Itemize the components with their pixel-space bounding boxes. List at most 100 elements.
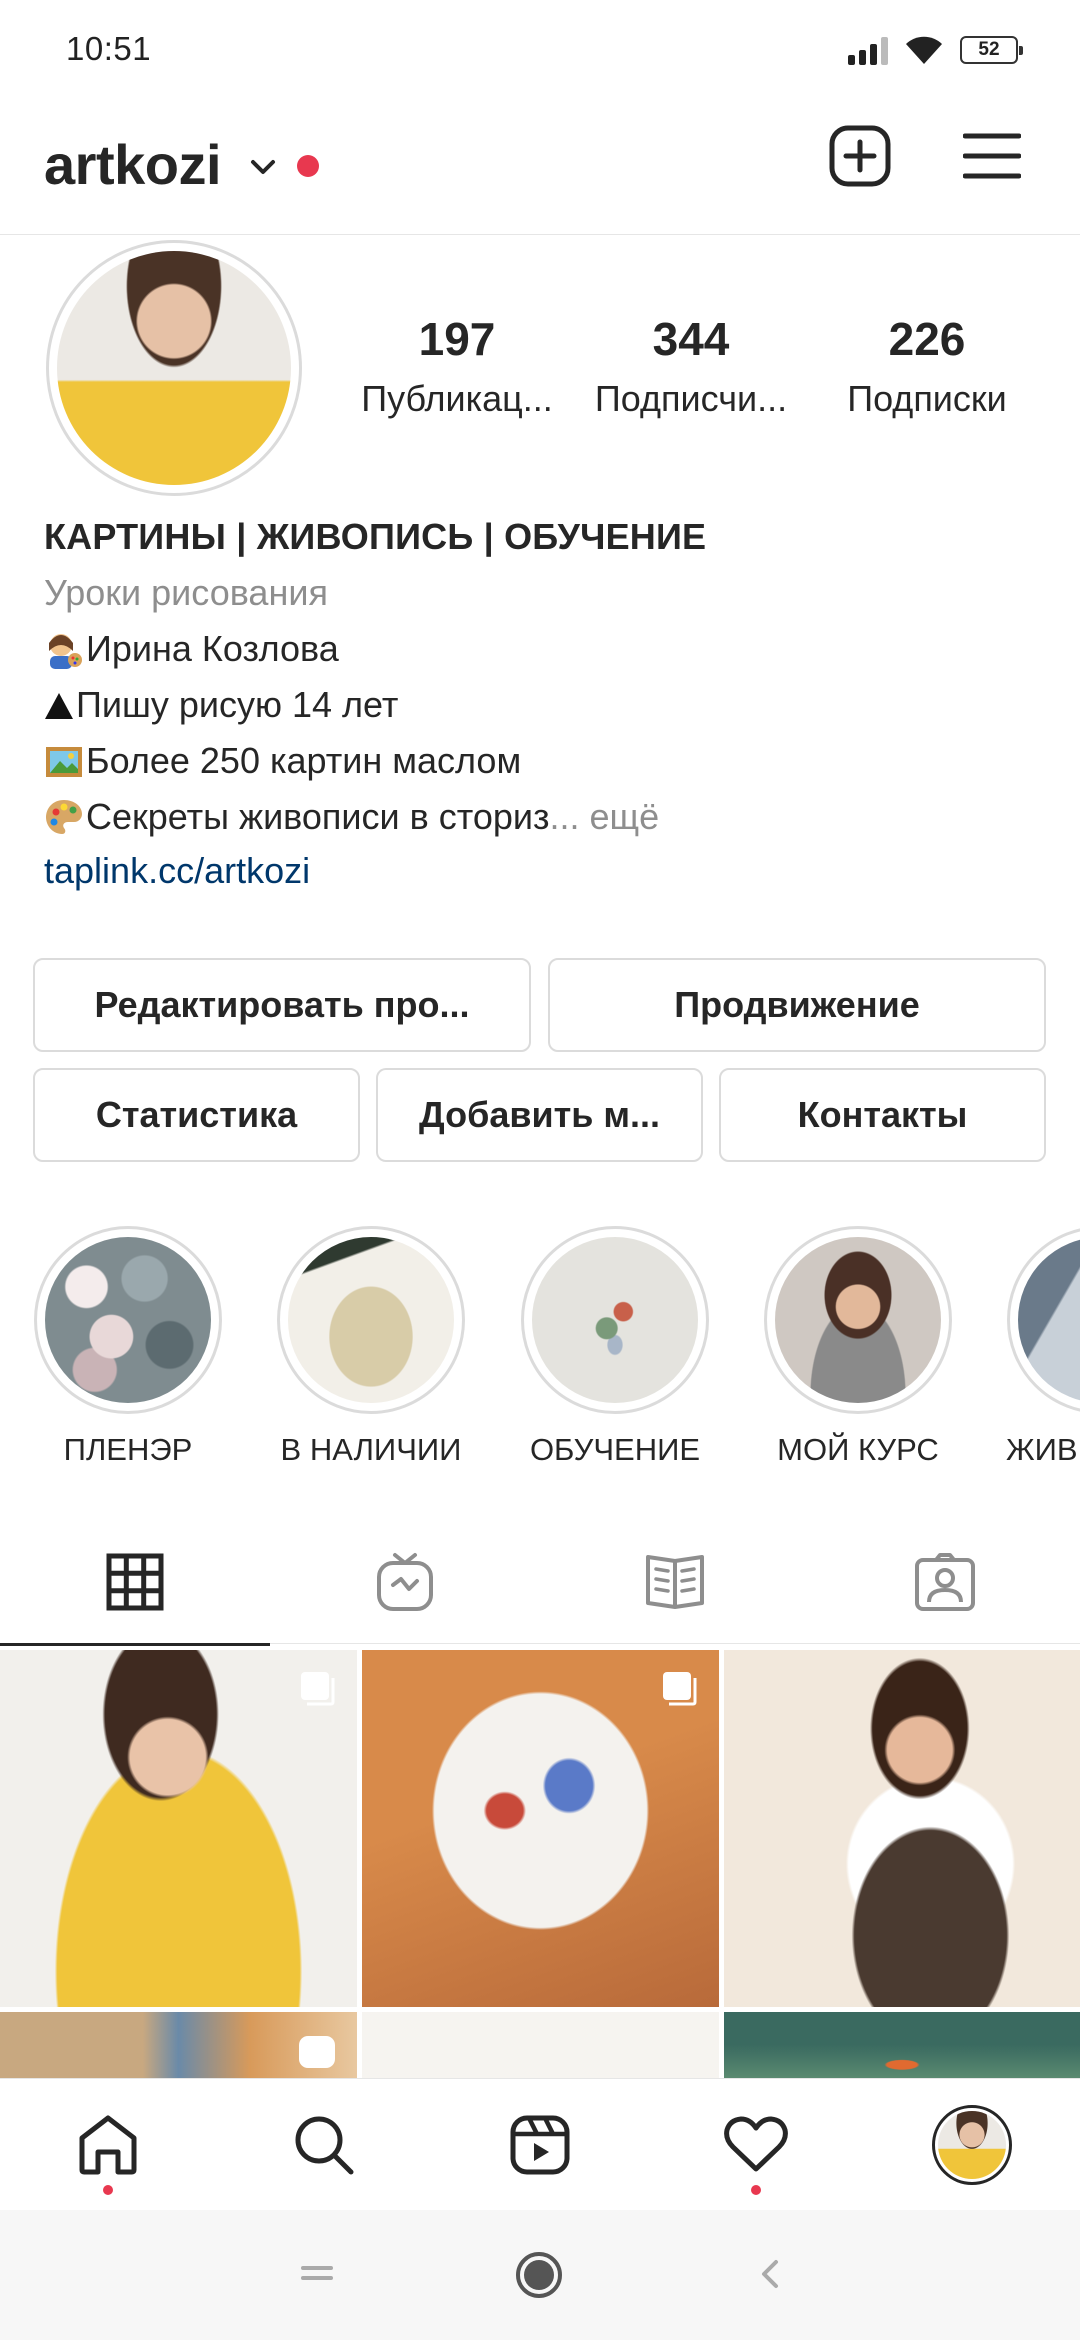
profile-tabs <box>0 1520 1080 1646</box>
igtv-icon <box>377 1553 433 1611</box>
palette-icon <box>46 800 82 834</box>
home-icon <box>79 2115 137 2175</box>
carousel-icon <box>301 1672 335 1706</box>
bio-line-years: Пишу рисую 14 лет <box>44 684 1044 726</box>
profile-avatar[interactable] <box>46 240 302 496</box>
highlight-available[interactable]: В НАЛИЧИИ <box>276 1226 466 1468</box>
stat-followers[interactable]: 344 Подписчи... <box>586 312 796 420</box>
highlight-painting[interactable]: ЖИВ <box>1006 1226 1080 1468</box>
nav-reels[interactable] <box>432 2079 648 2211</box>
post-thumbnail[interactable] <box>0 2012 357 2078</box>
stat-posts-label: Публикац... <box>361 378 553 419</box>
grid-icon <box>106 1553 164 1611</box>
post-thumbnail[interactable] <box>724 1650 1080 2007</box>
highlight-cover-ring <box>521 1226 709 1414</box>
edit-profile-button[interactable]: Редактировать про... <box>33 958 531 1052</box>
tab-guides[interactable] <box>540 1520 810 1644</box>
stat-following-value: 226 <box>888 313 966 365</box>
chevron-down-icon[interactable] <box>248 152 278 182</box>
statistics-button[interactable]: Статистика <box>33 1068 360 1162</box>
carousel-icon <box>663 1672 697 1706</box>
profile-avatar-small <box>932 2105 1012 2185</box>
stat-following[interactable]: 226 Подписки <box>822 312 1032 420</box>
bio-line-secrets-text: Секреты живописи в сториз <box>86 796 550 837</box>
highlight-cover-ring <box>277 1226 465 1414</box>
highlight-label: МОЙ КУРС <box>777 1432 939 1467</box>
system-navigation-bar <box>0 2210 1080 2340</box>
stat-followers-label: Подписчи... <box>594 378 788 419</box>
contacts-button[interactable]: Контакты <box>719 1068 1046 1162</box>
tab-tagged[interactable] <box>810 1520 1080 1644</box>
igtv-small-icon <box>299 2036 335 2068</box>
stat-posts[interactable]: 197 Публикац... <box>352 312 562 420</box>
triangle-icon <box>45 693 73 719</box>
tab-posts[interactable] <box>0 1520 270 1646</box>
post-thumbnail[interactable] <box>362 2012 719 2078</box>
stat-following-label: Подписки <box>847 378 1007 419</box>
highlight-cover <box>45 1237 211 1403</box>
add-button[interactable]: Добавить м... <box>376 1068 703 1162</box>
bio-line-years-text: Пишу рисую 14 лет <box>76 684 399 725</box>
nav-home[interactable] <box>0 2079 216 2211</box>
highlight-label: ПЛЕНЭР <box>63 1432 193 1467</box>
nav-activity[interactable] <box>648 2079 864 2211</box>
signal-icon <box>848 35 888 65</box>
menu-icon[interactable] <box>963 128 1021 184</box>
activity-badge <box>751 2185 761 2195</box>
profile-header: artkozi <box>0 100 1080 235</box>
highlight-cover <box>1018 1237 1080 1403</box>
back-icon[interactable] <box>758 2256 782 2292</box>
status-time: 10:51 <box>66 30 152 67</box>
bio-line-name: Ирина Козлова <box>44 628 1044 670</box>
highlight-cover-ring <box>34 1226 222 1414</box>
framed-picture-icon <box>46 747 82 777</box>
post-thumbnail[interactable] <box>724 2012 1080 2078</box>
bio-website-link[interactable]: taplink.cc/artkozi <box>44 850 1044 892</box>
highlight-label: ЖИВ <box>1006 1432 1078 1467</box>
highlight-cover <box>288 1237 454 1403</box>
bio-line-secrets: Секреты живописи в сториз... ещё <box>44 796 1044 838</box>
battery-icon: 52 <box>960 36 1023 64</box>
stat-followers-value: 344 <box>652 313 730 365</box>
heart-icon <box>724 2116 788 2172</box>
tab-igtv[interactable] <box>270 1520 540 1644</box>
bio-category: Уроки рисования <box>44 572 328 613</box>
post-thumbnail[interactable] <box>0 1650 357 2007</box>
bio-title: КАРТИНЫ | ЖИВОПИСЬ | ОБУЧЕНИЕ <box>44 516 707 557</box>
recent-apps-icon[interactable] <box>300 2258 334 2288</box>
bio-line-paintings-text: Более 250 картин маслом <box>86 740 522 781</box>
highlight-cover <box>775 1237 941 1403</box>
new-post-icon[interactable] <box>828 124 892 188</box>
status-icons: 52 <box>848 30 1023 70</box>
status-bar: 10:51 52 <box>0 0 1080 100</box>
promotion-button[interactable]: Продвижение <box>548 958 1046 1052</box>
bio-line-name-text: Ирина Козлова <box>86 628 339 669</box>
stat-posts-value: 197 <box>418 313 496 365</box>
artist-emoji-icon <box>49 634 82 669</box>
highlight-my-course[interactable]: МОЙ КУРС <box>763 1226 953 1468</box>
nav-profile[interactable] <box>864 2079 1080 2211</box>
search-icon <box>295 2116 354 2175</box>
bio-more-link[interactable]: ... ещё <box>550 796 660 837</box>
home-badge <box>103 2185 113 2195</box>
post-thumbnail[interactable] <box>362 1650 719 2007</box>
reels-icon <box>510 2115 570 2175</box>
bottom-navigation <box>0 2078 1080 2210</box>
highlight-plener[interactable]: ПЛЕНЭР <box>33 1226 223 1468</box>
highlight-learning[interactable]: ОБУЧЕНИЕ <box>520 1226 710 1468</box>
highlight-label: ОБУЧЕНИЕ <box>529 1432 701 1467</box>
highlight-cover-ring <box>764 1226 952 1414</box>
highlight-cover <box>532 1237 698 1403</box>
profile-bio: КАРТИНЫ | ЖИВОПИСЬ | ОБУЧЕНИЕ Уроки рисо… <box>44 516 1044 892</box>
guides-icon <box>646 1555 704 1609</box>
username-title[interactable]: artkozi <box>44 132 222 197</box>
tagged-icon <box>915 1553 975 1611</box>
notification-dot <box>297 155 319 177</box>
highlight-label: В НАЛИЧИИ <box>280 1432 462 1467</box>
home-button-icon[interactable] <box>514 2250 564 2300</box>
highlight-cover-ring <box>1007 1226 1080 1414</box>
battery-level: 52 <box>978 39 1000 60</box>
wifi-icon <box>906 36 942 64</box>
nav-search[interactable] <box>216 2079 432 2211</box>
bio-line-paintings: Более 250 картин маслом <box>44 740 1044 782</box>
